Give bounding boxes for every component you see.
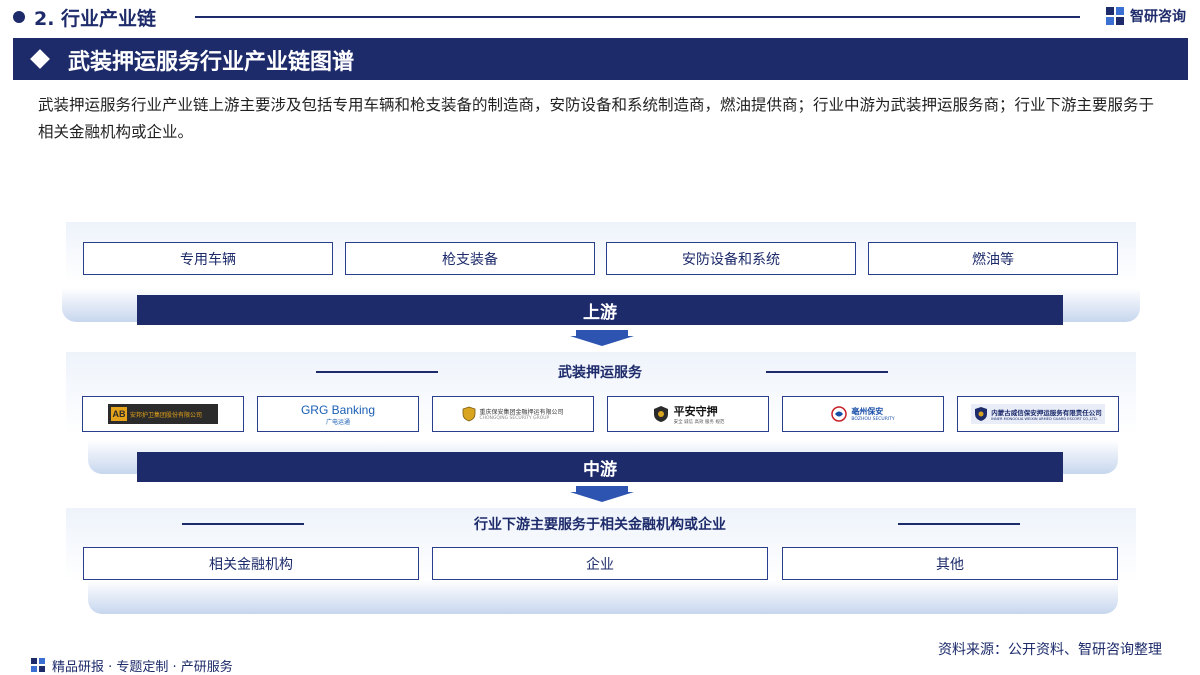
company-logo-chongqing: 重庆保安集团金融押运有限公司 CHONGQING SECURITY GROUP	[432, 396, 594, 432]
downstream-item-others: 其他	[782, 547, 1118, 580]
grg-logo-icon: GRG Banking 广电运通	[301, 403, 375, 426]
weixin-logo-sub: INNER MONGOLIA WEIXIN ARMED GUARD ESCORT…	[991, 417, 1098, 421]
upstream-item-firearms: 枪支装备	[345, 242, 595, 275]
brand-name: 智研咨询	[1130, 9, 1186, 25]
anbang-logo-text: 安邦护卫集团股份有限公司	[130, 411, 203, 419]
midstream-heading: 武装押运服务	[558, 365, 642, 381]
company-logo-weixin: 内蒙古威信保安押运服务有限责任公司 INNER MONGOLIA WEIXIN …	[957, 396, 1119, 432]
brand: 智研咨询	[1105, 6, 1186, 26]
shield-icon	[463, 406, 476, 422]
weixin-logo-icon: 内蒙古威信保安押运服务有限责任公司 INNER MONGOLIA WEIXIN …	[971, 404, 1105, 424]
grg-logo-text: GRG Banking	[300, 402, 376, 417]
upstream-stage-bar: 上游	[137, 295, 1063, 325]
midstream-stage-bar: 中游	[137, 452, 1063, 482]
pingan-logo-sub: 安全 诚信 高效 服务 规范	[673, 420, 725, 425]
company-logo-anbang: AB 安邦护卫集团股份有限公司	[82, 396, 244, 432]
weixin-logo-text: 内蒙古威信保安押运服务有限责任公司	[991, 409, 1102, 417]
badge-icon	[653, 406, 668, 422]
company-logo-grg: GRG Banking 广电运通	[257, 396, 419, 432]
footer-tagline: 精品研报 · 专题定制 · 产研服务	[52, 660, 233, 675]
downstream-heading-line-left	[182, 523, 304, 525]
downstream-heading: 行业下游主要服务于相关金融机构或企业	[474, 517, 726, 533]
pingan-logo-text: 平安守押	[673, 405, 718, 418]
company-logo-bozhou: 亳州保安 BOZHOU SECURITY	[782, 396, 944, 432]
bozhou-logo-text: 亳州保安	[851, 407, 884, 416]
bozhou-logo-sub: BOZHOU SECURITY	[851, 417, 895, 422]
chongqing-logo-sub: CHONGQING SECURITY GROUP	[479, 416, 550, 421]
brand-logo-icon	[1106, 7, 1124, 25]
weixin-shield-icon	[975, 407, 988, 421]
anbang-logo-icon: AB 安邦护卫集团股份有限公司	[108, 404, 218, 424]
down-arrow-icon	[570, 486, 634, 502]
section-heading: 2. 行业产业链	[34, 8, 157, 30]
bozhou-emblem-icon	[831, 406, 848, 422]
pingan-logo-icon: 平安守押 安全 诚信 高效 服务 规范	[652, 403, 725, 425]
company-logo-pingan: 平安守押 安全 诚信 高效 服务 规范	[607, 396, 769, 432]
diamond-icon	[30, 49, 50, 69]
downstream-shadow	[88, 580, 1118, 614]
grg-logo-sub: 广电运通	[325, 418, 350, 426]
midstream-stage-label: 中游	[583, 459, 617, 480]
upstream-item-fuel: 燃油等	[868, 242, 1118, 275]
midstream-heading-line-left	[316, 371, 438, 373]
chongqing-logo-text: 重庆保安集团金融押运有限公司	[479, 409, 564, 416]
bullet-dot-icon	[13, 11, 25, 23]
downstream-item-financial-institutions: 相关金融机构	[83, 547, 419, 580]
downstream-item-enterprises: 企业	[432, 547, 768, 580]
upstream-stage-label: 上游	[583, 302, 617, 323]
upstream-item-security-systems: 安防设备和系统	[606, 242, 856, 275]
intro-paragraph: 武装押运服务行业产业链上游主要涉及包括专用车辆和枪支装备的制造商，安防设备和系统…	[38, 96, 1155, 141]
title-banner: 武装押运服务行业产业链图谱	[13, 38, 1188, 80]
footer-logo-icon	[31, 658, 45, 672]
footer-bar: 精品研报 · 专题定制 · 产研服务	[0, 655, 1200, 675]
top-bar: 2. 行业产业链 智研咨询	[0, 0, 1200, 34]
chongqing-logo-icon: 重庆保安集团金融押运有限公司 CHONGQING SECURITY GROUP	[462, 406, 564, 422]
header-divider	[195, 16, 1080, 18]
bozhou-logo-icon: 亳州保安 BOZHOU SECURITY	[831, 406, 895, 422]
midstream-heading-line-right	[766, 371, 888, 373]
upstream-item-vehicles: 专用车辆	[83, 242, 333, 275]
page-title: 武装押运服务行业产业链图谱	[68, 50, 355, 75]
downstream-heading-line-right	[898, 523, 1020, 525]
down-arrow-icon	[570, 330, 634, 346]
